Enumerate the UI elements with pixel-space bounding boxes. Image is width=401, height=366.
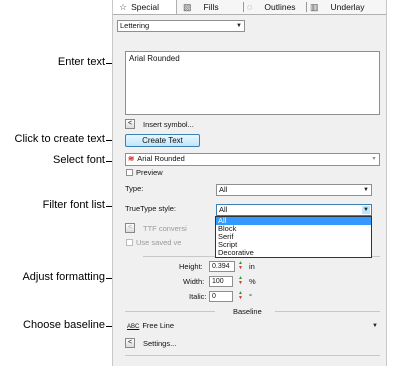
callout-select-font: Select font xyxy=(53,154,105,166)
fill-icon: ▧ xyxy=(183,2,192,12)
bottom-divider xyxy=(125,355,380,356)
preview-label: Preview xyxy=(136,168,163,177)
callout-choose-baseline: Choose baseline xyxy=(23,319,105,331)
use-saved-checkbox xyxy=(126,239,133,246)
tab-fills[interactable]: ▧ Fills xyxy=(183,0,245,14)
tab-special[interactable]: ☆ Special xyxy=(113,0,177,14)
chevron-down-icon: ▾ xyxy=(372,156,376,162)
tab-bar: ☆ Special ▧ Fills ◌ Outlines ▥ Underlay xyxy=(113,0,386,15)
truetype-style-dropdown-list[interactable]: All Block Serif Script Decorative xyxy=(215,216,372,258)
width-unit: % xyxy=(249,277,256,286)
underlay-icon: ▥ xyxy=(310,2,319,12)
baseline-section-label: Baseline xyxy=(233,307,262,316)
italic-input[interactable]: 0 xyxy=(209,291,233,302)
baseline-select[interactable]: ABC Free Line ▼ xyxy=(125,321,380,333)
font-select[interactable]: ≋ Arial Rounded ▾ xyxy=(125,153,380,166)
type-select-value: All xyxy=(219,185,228,194)
outline-icon: ◌ xyxy=(247,2,253,12)
tab-fills-label: Fills xyxy=(203,2,219,12)
create-text-button[interactable]: Create Text xyxy=(125,134,200,147)
callout-enter-text: Enter text xyxy=(57,56,105,68)
truetype-style-value: All xyxy=(219,205,228,214)
font-select-value: Arial Rounded xyxy=(137,154,185,163)
object-type-value: Lettering xyxy=(120,21,150,30)
tab-outlines[interactable]: ◌ Outlines xyxy=(247,0,305,14)
height-label: Height: xyxy=(179,262,203,271)
tab-separator xyxy=(306,2,307,12)
truetype-option[interactable]: Serif xyxy=(216,233,371,241)
insert-symbol-expand-button[interactable]: < xyxy=(125,119,135,129)
font-type-icon: ≋ xyxy=(128,154,135,163)
object-type-select[interactable]: Lettering ▼ xyxy=(117,20,245,32)
settings-label[interactable]: Settings... xyxy=(143,339,176,348)
insert-symbol-label[interactable]: Insert symbol... xyxy=(143,120,194,129)
height-unit: in xyxy=(249,262,255,271)
arrow-down-icon: ▼ xyxy=(238,295,243,301)
truetype-option[interactable]: All xyxy=(216,217,371,225)
width-label: Width: xyxy=(183,277,205,286)
use-saved-label: Use saved ve xyxy=(136,238,182,247)
tab-underlay-label: Underlay xyxy=(330,2,365,12)
callout-create-text: Click to create text xyxy=(14,133,105,145)
chevron-down-icon: ▼ xyxy=(236,23,242,29)
italic-label: Italic: xyxy=(189,292,207,301)
baseline-divider-right xyxy=(275,311,380,312)
height-spinner[interactable]: ▲ ▼ xyxy=(237,261,244,272)
lettering-text-value: Arial Rounded xyxy=(129,54,180,63)
chevron-down-icon: ▼ xyxy=(372,323,378,329)
tab-outlines-label: Outlines xyxy=(264,2,296,12)
type-label: Type: xyxy=(125,184,144,193)
object-properties-panel: ☆ Special ▧ Fills ◌ Outlines ▥ Underlay Lett… xyxy=(112,0,387,366)
baseline-icon: ABC xyxy=(127,324,140,330)
width-input[interactable]: 100 xyxy=(209,276,233,287)
tab-underlay[interactable]: ▥ Underlay xyxy=(310,0,386,14)
baseline-divider-left xyxy=(125,311,215,312)
ttf-conversion-expand-button: < xyxy=(125,223,135,233)
callout-adjust-formatting: Adjust formatting xyxy=(22,271,105,283)
chevron-down-icon: ▼ xyxy=(363,187,369,193)
truetype-option[interactable]: Decorative xyxy=(216,249,371,257)
baseline-value: Free Line xyxy=(142,321,175,330)
tab-special-label: Special xyxy=(131,2,159,12)
callout-filter-font: Filter font list xyxy=(42,199,105,211)
truetype-option[interactable]: Block xyxy=(216,225,371,233)
italic-unit: ° xyxy=(249,292,252,301)
truetype-style-label: TrueType style: xyxy=(125,204,176,213)
italic-spinner[interactable]: ▲ ▼ xyxy=(237,291,244,302)
preview-checkbox[interactable] xyxy=(126,169,133,176)
width-spinner[interactable]: ▲ ▼ xyxy=(237,276,244,287)
tab-separator xyxy=(243,2,244,12)
ttf-conversion-label: TTF conversi xyxy=(143,224,187,233)
lettering-text-input[interactable]: Arial Rounded xyxy=(125,51,380,115)
arrow-down-icon: ▼ xyxy=(238,265,243,271)
arrow-down-icon: ▼ xyxy=(238,280,243,286)
star-icon: ☆ xyxy=(119,2,128,12)
type-select[interactable]: All ▼ xyxy=(216,184,372,196)
settings-expand-button[interactable]: < xyxy=(125,338,135,348)
truetype-style-select[interactable]: All ▼ xyxy=(216,204,372,216)
height-input[interactable]: 0.394 xyxy=(209,261,235,272)
chevron-down-icon: ▼ xyxy=(362,206,370,214)
